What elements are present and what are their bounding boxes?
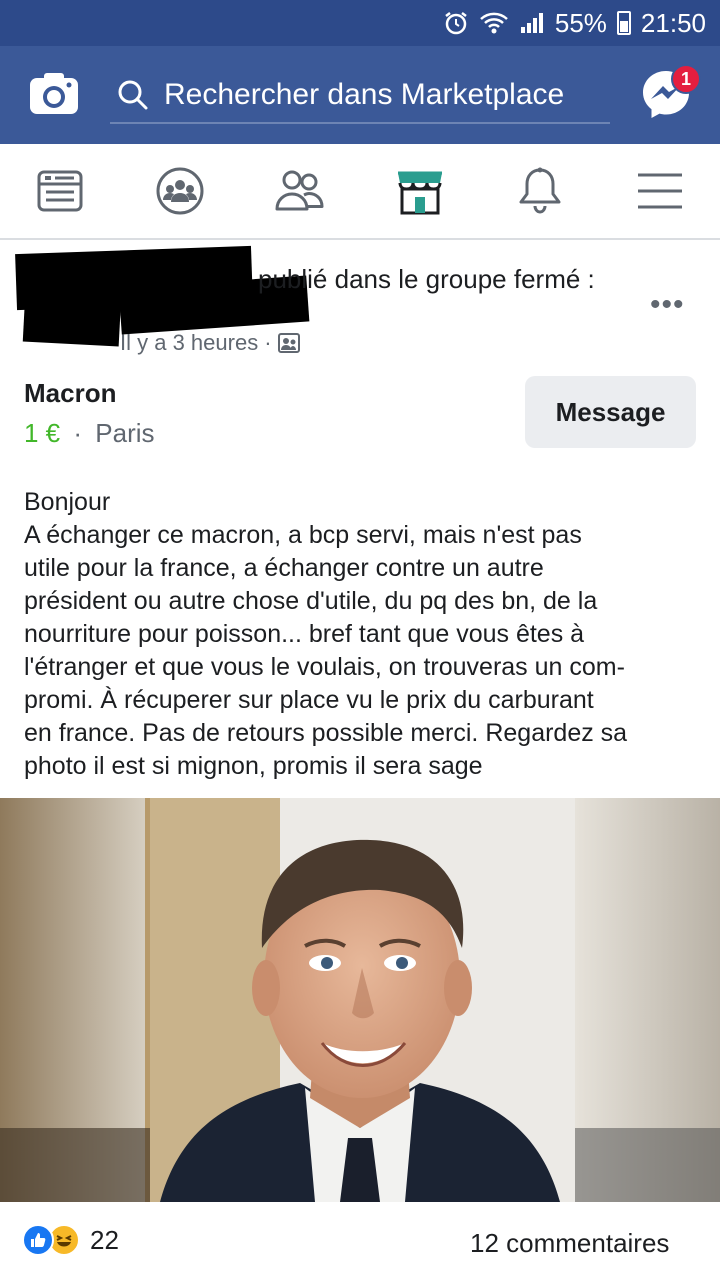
- post-body-line: utile pour la france, a échanger contre …: [24, 554, 544, 582]
- listing-photo[interactable]: [0, 798, 720, 1202]
- messenger-badge: 1: [671, 64, 701, 94]
- tab-marketplace[interactable]: [390, 161, 450, 221]
- post-time-text: Il y a 3 heures ·: [120, 330, 272, 355]
- post-body-line: Bonjour: [24, 488, 111, 516]
- listing-meta: 1 € · Paris: [24, 418, 155, 449]
- clock: 21:50: [640, 7, 706, 38]
- tab-friends[interactable]: [270, 161, 330, 221]
- tab-menu[interactable]: [630, 161, 690, 221]
- tab-groups[interactable]: [150, 161, 210, 221]
- portrait-image: [0, 798, 720, 1202]
- post-header: publié dans le groupe fermé : Il y a 3 h…: [0, 242, 720, 362]
- battery-percentage: 55%: [554, 7, 607, 38]
- reactions-summary[interactable]: 22: [22, 1224, 119, 1256]
- listing-location: Paris: [95, 418, 155, 448]
- tab-notifications[interactable]: [510, 161, 570, 221]
- post-body-line: l'étranger et que vous le voulais, on tr…: [24, 653, 625, 681]
- group-audience-icon: [277, 333, 300, 353]
- listing-price: 1 €: [24, 418, 61, 448]
- post-body: Bonjour A échanger ce macron, a bcp serv…: [24, 486, 704, 783]
- signal-icon: [519, 11, 545, 35]
- post-body-line: nourriture pour poisson... bref tant que…: [24, 620, 585, 648]
- app-header: 1: [0, 46, 720, 144]
- redaction-box: [22, 291, 122, 347]
- wifi-icon: [479, 11, 509, 35]
- reactions-count: 22: [90, 1224, 119, 1255]
- more-options-icon[interactable]: •••: [650, 288, 685, 322]
- alarm-icon: [443, 10, 469, 36]
- meta-separator: ·: [73, 418, 83, 448]
- marketplace-icon: [398, 171, 442, 215]
- post-body-line: promi. À récuperer sur place vu le prix …: [24, 686, 594, 714]
- groups-icon: [156, 167, 204, 215]
- status-bar: 55% 21:50: [0, 0, 720, 46]
- listing-title: Macron: [24, 378, 117, 408]
- news-feed-icon: [37, 170, 83, 212]
- post-author-action: publié dans le groupe fermé :: [258, 264, 595, 294]
- post-body-line: A échanger ce macron, a bcp servi, mais …: [24, 521, 582, 549]
- post-body-line: président ou autre chose d'utile, du pq …: [24, 587, 598, 615]
- camera-icon: [30, 73, 78, 114]
- tab-news-feed[interactable]: [30, 161, 90, 221]
- like-reaction-icon: [22, 1224, 54, 1256]
- comments-count[interactable]: 12 commentaires: [470, 1228, 669, 1259]
- battery-icon: [616, 11, 631, 35]
- post-body-line: photo il est si mignon, promis il sera s…: [24, 752, 483, 780]
- camera-button[interactable]: [28, 70, 80, 118]
- post-timestamp[interactable]: Il y a 3 heures ·: [120, 330, 300, 356]
- friends-icon: [275, 170, 324, 211]
- search-bar[interactable]: [110, 68, 610, 124]
- bell-icon: [519, 167, 561, 214]
- search-icon: [118, 80, 148, 110]
- tab-bar: [0, 144, 720, 240]
- message-button[interactable]: Message: [525, 376, 696, 448]
- post-body-line: en france. Pas de retours possible merci…: [24, 719, 628, 747]
- search-input[interactable]: [164, 78, 604, 112]
- hamburger-icon: [638, 173, 682, 209]
